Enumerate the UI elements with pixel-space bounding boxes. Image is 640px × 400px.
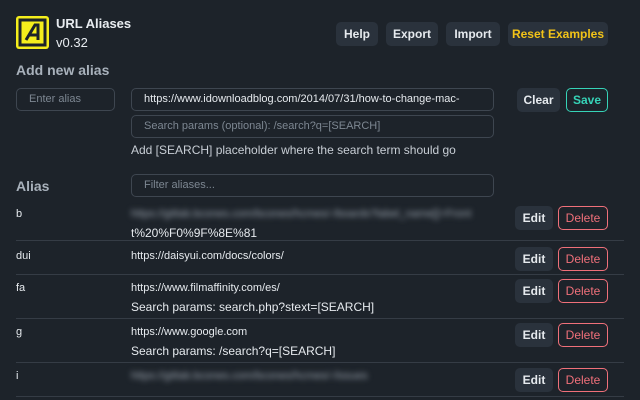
logo-icon <box>18 18 47 47</box>
edit-button-dui[interactable]: Edit <box>515 247 553 271</box>
alias-url-fa: https://www.filmaffinity.com/es/ <box>131 282 280 294</box>
reset-examples-button[interactable]: Reset Examples <box>508 22 608 46</box>
alias-name-b: b <box>16 208 23 220</box>
alias-name-dui: dui <box>16 250 31 262</box>
delete-button-b[interactable]: Delete <box>558 206 608 230</box>
delete-button-i[interactable]: Delete <box>558 368 608 392</box>
alias-params-g: Search params: /search?q=[SEARCH] <box>131 344 335 358</box>
edit-button-g[interactable]: Edit <box>515 323 553 347</box>
save-button[interactable]: Save <box>566 88 608 112</box>
delete-button-fa[interactable]: Delete <box>558 279 608 303</box>
app-title: URL Aliases <box>56 16 132 31</box>
params-value: search.php?stext=[SEARCH] <box>219 300 375 314</box>
alias-params-fa: Search params: search.php?stext=[SEARCH] <box>131 300 374 314</box>
edit-button-b[interactable]: Edit <box>515 206 553 230</box>
row-divider <box>16 318 624 319</box>
alias-url-i: https://gitlab.bcones.com/bcones/hcmes/-… <box>131 370 368 382</box>
search-placeholder-hint: Add [SEARCH] placeholder where the searc… <box>131 143 456 157</box>
alias-name-g: g <box>16 326 23 338</box>
edit-button-fa[interactable]: Edit <box>515 279 553 303</box>
alias-input[interactable]: Enter alias <box>16 88 115 111</box>
alias-column-heading: Alias <box>16 178 50 194</box>
help-button[interactable]: Help <box>336 22 378 46</box>
alias-url-b-continued: t%20%F0%9F%8E%81 <box>131 226 258 240</box>
alias-name-i: i <box>16 370 19 382</box>
alias-url-dui: https://daisyui.com/docs/colors/ <box>131 250 284 262</box>
row-divider <box>16 240 624 241</box>
params-prefix: Search params: <box>131 344 216 358</box>
params-value: /search?q=[SEARCH] <box>219 344 336 358</box>
add-alias-heading: Add new alias <box>16 62 110 78</box>
edit-button-i[interactable]: Edit <box>515 368 553 392</box>
row-divider <box>16 274 624 275</box>
import-button[interactable]: Import <box>446 22 500 46</box>
filter-aliases-input[interactable]: Filter aliases... <box>131 174 494 197</box>
alias-url-g: https://www.google.com <box>131 326 248 338</box>
app-logo <box>16 16 49 49</box>
alias-url-b: https://gitlab.bcones.com/bcones/hcmes/-… <box>131 208 472 220</box>
search-params-input[interactable]: Search params (optional): /search?q=[SEA… <box>131 115 494 138</box>
export-button[interactable]: Export <box>386 22 438 46</box>
url-input[interactable]: https://www.idownloadblog.com/2014/07/31… <box>131 88 494 111</box>
alias-name-fa: fa <box>16 282 26 294</box>
params-prefix: Search params: <box>131 300 216 314</box>
row-divider <box>16 362 624 363</box>
clear-button[interactable]: Clear <box>517 88 560 112</box>
delete-button-g[interactable]: Delete <box>558 323 608 347</box>
app-version: v0.32 <box>56 35 88 50</box>
row-divider <box>16 396 624 397</box>
delete-button-dui[interactable]: Delete <box>558 247 608 271</box>
